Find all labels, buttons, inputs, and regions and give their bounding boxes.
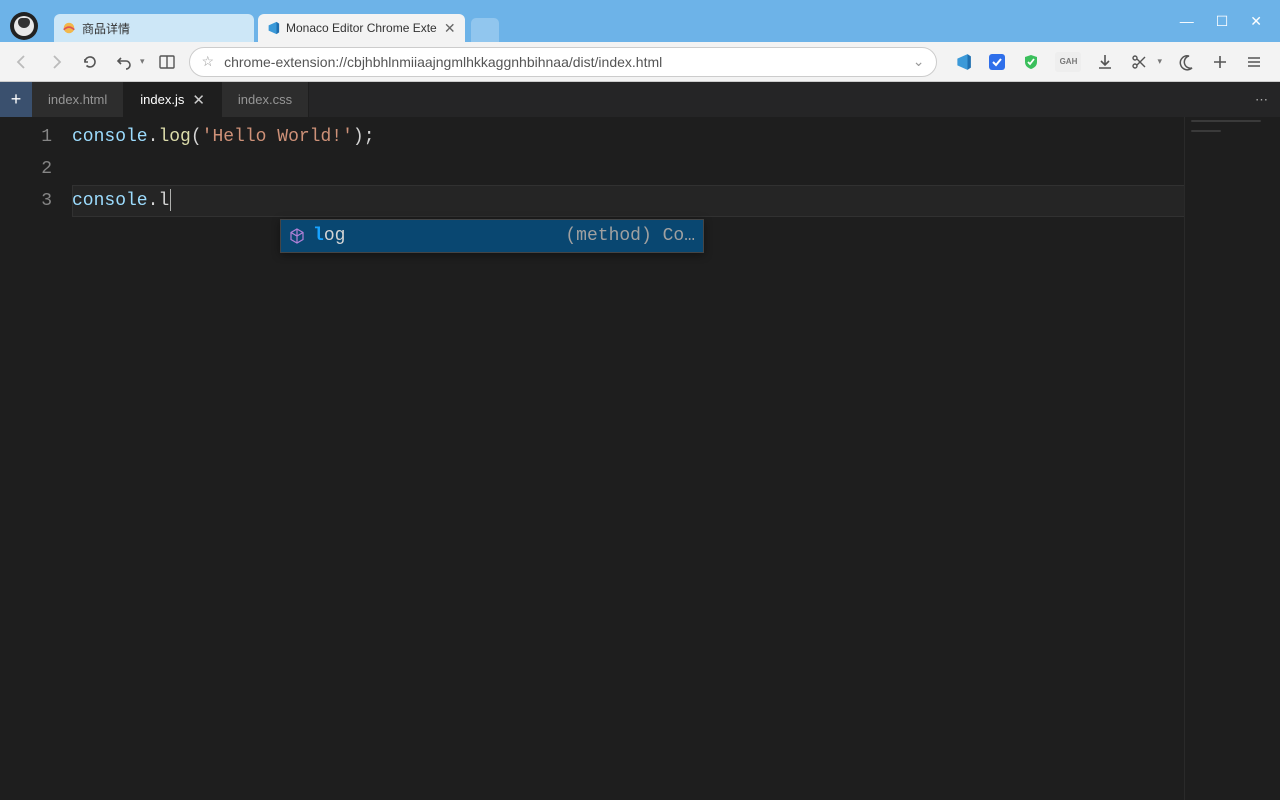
autocomplete-popup[interactable]: log (method) Co…: [280, 219, 704, 253]
blue-badge-icon[interactable]: [987, 52, 1007, 72]
back-button[interactable]: [10, 50, 34, 74]
close-icon[interactable]: ✕: [192, 91, 205, 109]
maximize-button[interactable]: ☐: [1216, 13, 1229, 30]
chevron-down-icon[interactable]: ▾: [140, 56, 145, 67]
chevron-down-icon[interactable]: ▾: [1157, 56, 1162, 67]
forward-button[interactable]: [44, 50, 68, 74]
editor-more-button[interactable]: ⋯: [1243, 82, 1280, 117]
plus-icon[interactable]: [1210, 52, 1230, 72]
text-cursor: [170, 189, 171, 211]
address-bar[interactable]: ☆ chrome-extension://cbjhbhlnmiiaajngmlh…: [189, 47, 938, 77]
undo-close-button[interactable]: [112, 50, 136, 74]
profile-avatar[interactable]: [10, 12, 38, 40]
gah-badge-icon[interactable]: GAH: [1055, 52, 1081, 72]
editor-body[interactable]: 1 2 3 console.log('Hello World!'); conso…: [0, 117, 1280, 800]
menu-icon[interactable]: [1244, 52, 1264, 72]
vscode-icon: [266, 21, 280, 35]
line-number: 3: [0, 185, 52, 217]
minimap[interactable]: [1184, 117, 1280, 800]
browser-tab-title: Monaco Editor Chrome Exte: [286, 21, 437, 35]
line-number-gutter: 1 2 3: [0, 117, 72, 800]
download-icon[interactable]: [1095, 52, 1115, 72]
shield-icon[interactable]: [1021, 52, 1041, 72]
moon-icon[interactable]: [1176, 52, 1196, 72]
code-content[interactable]: console.log('Hello World!'); console.l l…: [72, 117, 1280, 800]
close-window-button[interactable]: ✕: [1250, 13, 1262, 30]
autocomplete-item[interactable]: log (method) Co…: [281, 220, 703, 252]
vscode-extension-icon[interactable]: [953, 52, 973, 72]
close-icon[interactable]: ✕: [443, 21, 457, 35]
line-number: 1: [0, 121, 52, 153]
bookmark-star-icon[interactable]: ☆: [202, 53, 215, 70]
browser-tab-inactive[interactable]: 商品详情: [54, 14, 254, 42]
autocomplete-label: log: [313, 220, 345, 252]
editor-tabstrip: + index.html index.js ✕ index.css ⋯: [0, 82, 1280, 117]
line-number: 2: [0, 153, 52, 185]
new-file-button[interactable]: +: [0, 82, 32, 117]
code-line: [72, 153, 1280, 185]
chevron-down-icon[interactable]: ⌄: [913, 53, 925, 70]
editor-tab-active[interactable]: index.js ✕: [124, 82, 222, 117]
code-line-current: console.l: [72, 185, 1280, 217]
method-icon: [289, 228, 305, 244]
editor-tab[interactable]: index.html: [32, 82, 124, 117]
browser-tab-title: 商品详情: [82, 20, 246, 37]
url-text: chrome-extension://cbjhbhlnmiiaajngmlhkk…: [224, 54, 903, 70]
minimize-button[interactable]: —: [1180, 13, 1194, 29]
reading-list-button[interactable]: [155, 50, 179, 74]
favicon-icon: [62, 21, 76, 35]
new-tab-button[interactable]: [471, 18, 499, 42]
window-controls: — ☐ ✕: [1162, 2, 1280, 40]
editor-tab-label: index.html: [48, 92, 107, 107]
autocomplete-detail: (method) Co…: [565, 220, 695, 252]
window-titlebar: [0, 0, 1280, 12]
editor-tab[interactable]: index.css: [222, 82, 309, 117]
extension-icons: GAH ▾: [947, 52, 1270, 72]
editor-tab-label: index.css: [238, 92, 292, 107]
editor-container: + index.html index.js ✕ index.css ⋯ 1 2 …: [0, 82, 1280, 800]
code-line: console.log('Hello World!');: [72, 121, 1280, 153]
editor-tab-label: index.js: [140, 92, 184, 107]
reload-button[interactable]: [78, 50, 102, 74]
browser-toolbar: ▾ ☆ chrome-extension://cbjhbhlnmiiaajngm…: [0, 42, 1280, 82]
scissors-icon[interactable]: [1129, 52, 1149, 72]
browser-tabstrip: 商品详情 Monaco Editor Chrome Exte ✕ — ☐ ✕: [0, 12, 1280, 42]
browser-tab-active[interactable]: Monaco Editor Chrome Exte ✕: [258, 14, 465, 42]
